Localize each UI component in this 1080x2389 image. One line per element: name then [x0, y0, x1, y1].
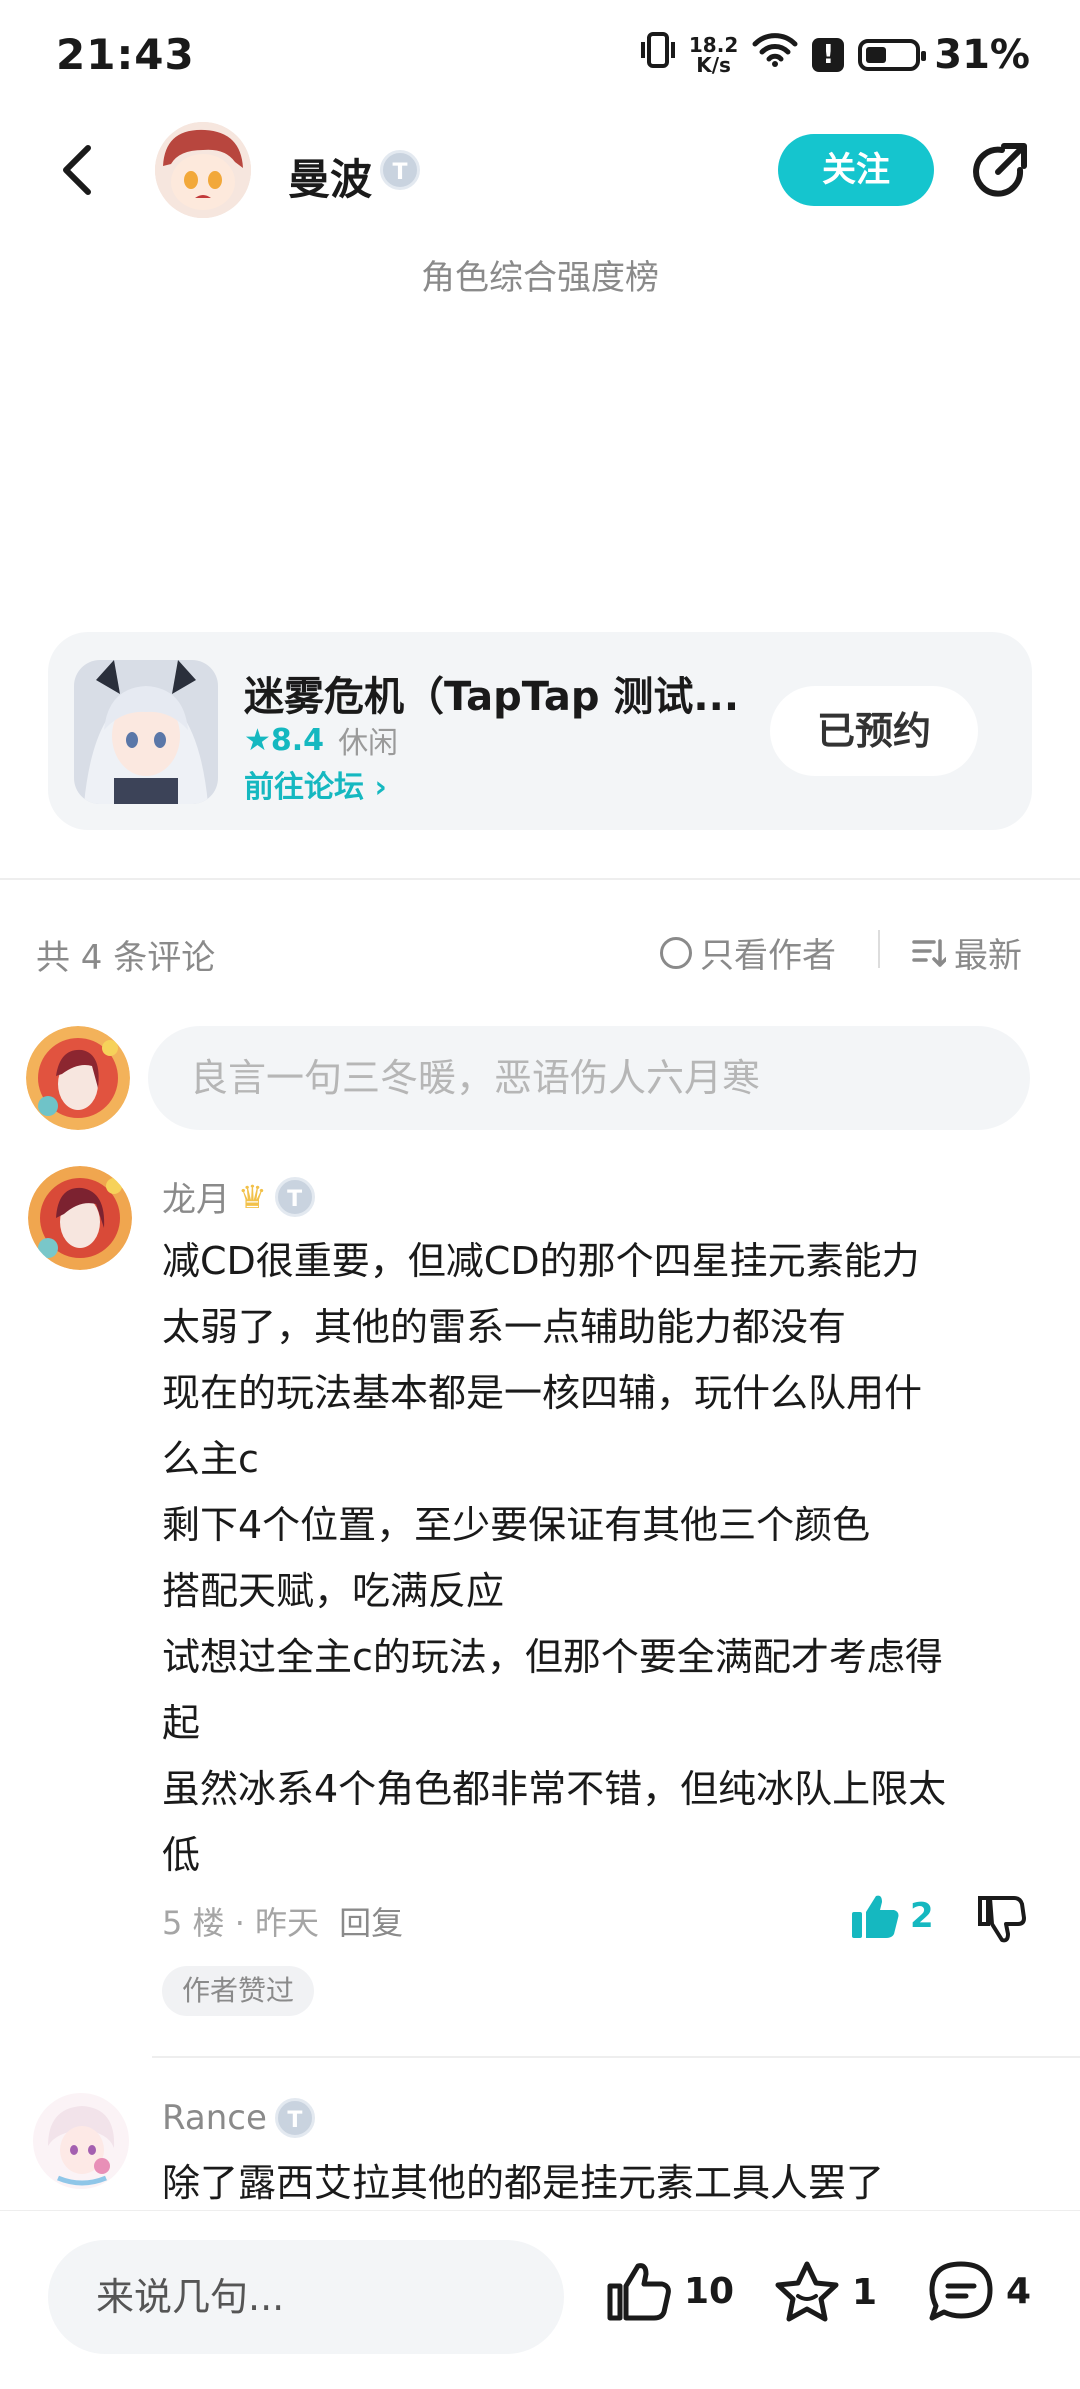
level-badge: T — [380, 150, 420, 190]
chat-icon — [929, 2261, 993, 2321]
forum-link[interactable]: 前往论坛 › — [244, 762, 387, 806]
level-badge: T — [274, 2098, 315, 2138]
sort-toggle[interactable]: 最新 — [912, 928, 1022, 977]
comment-line: 太弱了，其他的雷系一点辅助能力都没有 — [162, 1305, 847, 1349]
divider — [152, 2056, 1080, 2058]
comment-input[interactable]: 良言一句三冬暖，恶语伤人六月寒 — [148, 1026, 1030, 1130]
share-button[interactable] — [968, 140, 1032, 204]
chevron-right-icon: › — [374, 770, 387, 805]
star-icon — [775, 2261, 839, 2322]
comment-line: 起 — [162, 1701, 201, 1745]
status-time: 21:43 — [56, 30, 195, 79]
reserved-button[interactable]: 已预约 — [770, 686, 978, 776]
commenter-name[interactable]: 龙月 ♛ T — [162, 1172, 315, 1221]
game-title[interactable]: 迷雾危机（TapTap 测试... — [244, 664, 739, 722]
star-icon: ★ — [244, 722, 271, 758]
favorite-button[interactable]: 1 — [774, 2260, 877, 2324]
comment-like-button[interactable]: 2 — [850, 1892, 934, 1940]
vibrate-icon — [640, 30, 675, 80]
author-liked-tag: 作者赞过 — [162, 1966, 315, 2016]
comment-floor-time: 5 楼 · 昨天 — [162, 1904, 320, 1942]
back-button[interactable] — [50, 140, 110, 200]
rating: ★8.4 — [244, 722, 325, 758]
follow-button[interactable]: 关注 — [778, 134, 934, 206]
commenter-avatar[interactable] — [32, 2092, 130, 2190]
author-avatar[interactable] — [155, 122, 251, 218]
comment-line: 剩下4个位置，至少要保证有其他三个颜色 — [162, 1503, 871, 1547]
comment-line: 么主c — [162, 1437, 259, 1481]
bottom-comment-input[interactable]: 来说几句... — [48, 2240, 564, 2354]
my-avatar[interactable] — [26, 1026, 130, 1130]
sort-icon — [912, 938, 946, 967]
wifi-icon — [752, 32, 798, 78]
alert-icon: ! — [812, 38, 845, 72]
comment-button[interactable]: 4 — [928, 2260, 1031, 2322]
commenter-avatar[interactable] — [28, 1166, 132, 1270]
comment-line: 搭配天赋，吃满反应 — [162, 1569, 505, 1613]
commenter-name[interactable]: Rance T — [162, 2098, 315, 2138]
divider — [0, 878, 1080, 880]
comment-line: 现在的玩法基本都是一核四辅，玩什么队用什 — [162, 1371, 923, 1415]
net-speed: 18.2 K/s — [688, 33, 739, 77]
comment-line: 低 — [162, 1833, 201, 1877]
post-subtitle: 角色综合强度榜 — [421, 258, 659, 298]
game-icon[interactable] — [74, 660, 218, 804]
crown-icon: ♛ — [238, 1177, 267, 1216]
comment-dislike-button[interactable] — [976, 1892, 1028, 1944]
comment-body: 除了露西艾拉其他的都是挂元素工具人罢了 — [162, 2150, 1032, 2216]
battery-percent: 31% — [934, 32, 1030, 78]
comment-count: 共 4 条评论 — [36, 938, 216, 978]
comment-meta: 5 楼 · 昨天 回复 — [162, 1898, 403, 1944]
comment-line: 虽然冰系4个角色都非常不错，但纯冰队上限太 — [162, 1767, 947, 1811]
reply-button[interactable]: 回复 — [339, 1898, 403, 1944]
comment-line: 试想过全主c的玩法，但那个要全满配才考虑得 — [162, 1635, 943, 1679]
only-author-toggle[interactable]: 只看作者 — [660, 928, 836, 977]
author-name[interactable]: 曼波 — [288, 146, 372, 207]
comment-line: 减CD很重要，但减CD的那个四星挂元素能力 — [162, 1239, 920, 1283]
thumbs-down-icon — [978, 1896, 1026, 1943]
thumbs-up-icon — [852, 1895, 899, 1938]
battery-icon — [858, 39, 927, 71]
separator — [878, 930, 880, 968]
post-like-button[interactable]: 10 — [606, 2260, 734, 2322]
status-icons: 18.2 K/s ! 31% — [640, 30, 1030, 80]
thumbs-up-icon — [607, 2263, 671, 2321]
chevron-left-icon — [63, 145, 91, 195]
game-meta: ★8.4 休闲 — [244, 718, 398, 762]
game-genre: 休闲 — [338, 726, 399, 761]
level-badge: T — [274, 1176, 315, 1217]
radio-icon — [660, 936, 692, 969]
comment-line: 除了露西艾拉其他的都是挂元素工具人罢了 — [162, 2161, 885, 2205]
share-icon — [973, 143, 1027, 197]
comment-body: 减CD很重要，但减CD的那个四星挂元素能力 太弱了，其他的雷系一点辅助能力都没有… — [162, 1228, 1032, 1888]
